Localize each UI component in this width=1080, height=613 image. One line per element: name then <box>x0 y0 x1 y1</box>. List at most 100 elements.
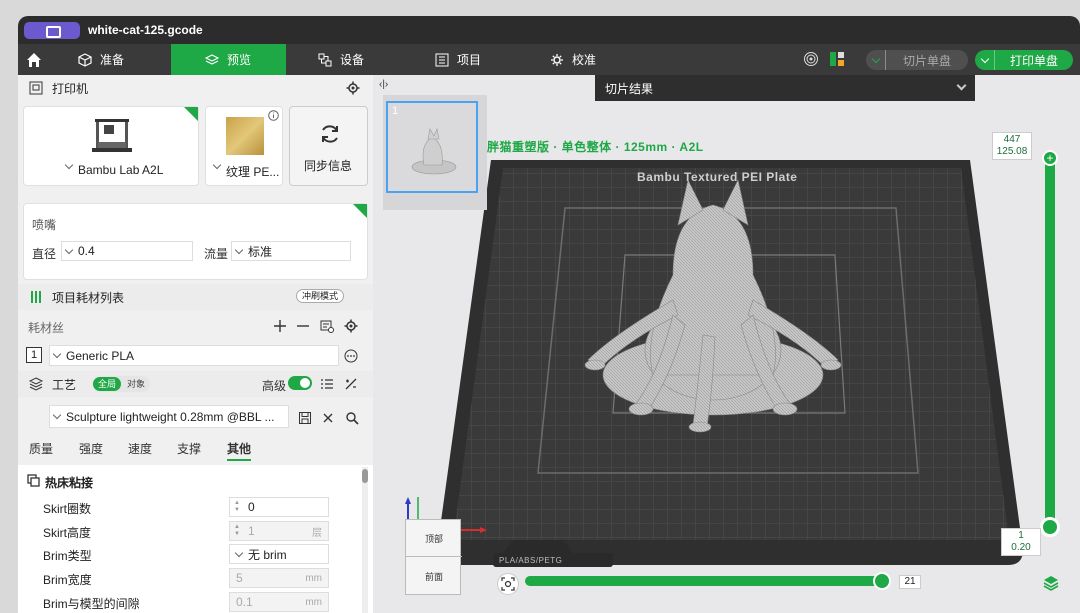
param-scrollbar[interactable] <box>362 467 368 613</box>
model-thumbnail-icon <box>411 127 457 175</box>
filament-slot-number[interactable]: 1 <box>26 347 42 363</box>
plate-thumbnail[interactable]: 1 <box>386 101 478 193</box>
print-plate-label: 打印单盘 <box>1009 53 1058 68</box>
tab-prepare[interactable]: 准备 <box>78 44 168 75</box>
tab-calibrate[interactable]: 校准 <box>550 44 630 75</box>
nozzle-flow-select[interactable]: 标准 <box>231 241 351 261</box>
toggle-knob <box>300 378 310 388</box>
search-icon[interactable] <box>345 411 359 425</box>
add-icon[interactable] <box>273 319 287 333</box>
tab-speed[interactable]: 速度 <box>128 440 152 457</box>
nozzle-flow-value: 标准 <box>248 244 273 259</box>
app-logo-icon[interactable] <box>24 22 80 39</box>
param-row-brim-gap: Brim与模型的间隙 0.1 mm <box>18 591 358 613</box>
param-value: 0 <box>248 500 255 514</box>
info-icon[interactable] <box>268 110 279 121</box>
target-icon[interactable] <box>803 51 819 67</box>
view-front-face[interactable]: 前面 <box>406 558 462 595</box>
brim-type-select[interactable]: 无 brim <box>229 544 329 564</box>
skirt-loops-input[interactable]: ▲ ▼ 0 <box>229 497 329 517</box>
chevron-down-icon <box>52 410 62 420</box>
move-slider-knob[interactable] <box>873 572 891 590</box>
tab-others[interactable]: 其他 <box>227 440 252 461</box>
layer-bottom-number: 1 <box>1018 530 1024 541</box>
param-name: Brim宽度 <box>43 573 92 587</box>
slice-result-panel[interactable]: 切片结果 <box>595 75 975 101</box>
tab-preview[interactable]: 预览 <box>171 44 286 75</box>
param-value: 5 <box>236 571 243 585</box>
flush-mode-badge[interactable]: 冲刷模式 <box>296 289 345 303</box>
list-view-icon[interactable] <box>320 377 334 391</box>
tab-device[interactable]: 设备 <box>318 44 398 75</box>
chevron-down-icon <box>234 548 244 557</box>
param-unit: mm <box>305 572 322 584</box>
close-icon[interactable] <box>321 411 335 425</box>
toggle-global[interactable]: 全局 <box>93 377 121 391</box>
slice-dropdown-icon[interactable] <box>866 50 886 70</box>
slice-result-label: 切片结果 <box>605 81 654 96</box>
toggle-object[interactable]: 对象 <box>123 377 149 391</box>
param-unit: 层 <box>312 527 322 539</box>
process-section-title: 工艺 <box>52 377 77 392</box>
camera-focus-icon <box>501 577 515 591</box>
slice-plate-button[interactable]: 切片单盘 <box>866 50 968 70</box>
chevron-down-icon <box>64 245 74 254</box>
global-object-toggle[interactable]: 全局 对象 <box>92 376 150 392</box>
filament-gear-icon[interactable] <box>344 319 358 333</box>
printer-image-icon <box>92 119 132 152</box>
plate-dropdown-icon <box>212 160 222 170</box>
nozzle-selected-marker <box>353 204 367 218</box>
brim-gap-input[interactable]: 0.1 mm <box>229 592 329 612</box>
grid-layout-icon[interactable] <box>829 51 845 67</box>
stepper-icon[interactable]: ▲ ▼ <box>230 498 244 516</box>
move-slider-track[interactable] <box>525 576 887 586</box>
stepper-icon[interactable]: ▲ ▼ <box>230 522 244 540</box>
tab-support[interactable]: 支撑 <box>177 440 201 457</box>
layer-slider-top-knob[interactable]: + <box>1042 150 1058 166</box>
camera-reset-button[interactable] <box>497 573 519 595</box>
skirt-height-input[interactable]: ▲ ▼ 1 层 <box>229 521 329 541</box>
tab-label: 项目 <box>457 53 482 67</box>
home-button[interactable] <box>18 44 50 75</box>
nozzle-diameter-select[interactable]: 0.4 <box>61 241 193 261</box>
cube-icon <box>78 52 92 67</box>
bed-adhesion-icon <box>27 474 40 487</box>
advanced-label: 高级 <box>262 379 287 393</box>
print-plate-button[interactable]: 打印单盘 <box>975 50 1073 70</box>
save-icon[interactable] <box>298 411 312 425</box>
advanced-toggle[interactable] <box>288 376 312 390</box>
scroll-thumb[interactable] <box>362 469 368 483</box>
chevron-down-icon[interactable] <box>956 80 967 91</box>
tab-quality[interactable]: 质量 <box>29 440 53 457</box>
slice-plate-label: 切片单盘 <box>902 53 951 68</box>
layer-slider-bottom-knob[interactable] <box>1040 517 1060 537</box>
compare-icon[interactable] <box>344 377 358 391</box>
layer-slider-track[interactable] <box>1045 159 1055 529</box>
plate-card[interactable]: 纹理 PE... <box>205 106 283 186</box>
printer-section-title: 打印机 <box>52 81 89 96</box>
tab-project[interactable]: 项目 <box>435 44 515 75</box>
view-top-face[interactable]: 顶部 <box>406 520 462 557</box>
layers-stack-icon[interactable] <box>1042 574 1060 592</box>
printer-selected-marker <box>184 107 198 121</box>
preview-viewport[interactable]: ‹|› Bambu Textured PEI Plate PLA/ABS/PET… <box>373 75 1080 613</box>
param-row-skirt-loops: Skirt圈数 ▲ ▼ 0 <box>18 496 358 519</box>
device-icon <box>318 53 332 66</box>
filament-select[interactable]: Generic PLA <box>49 345 339 366</box>
sync-info-button[interactable]: 同步信息 <box>289 106 368 186</box>
view-cube[interactable]: 顶部 前面 <box>405 519 462 595</box>
tab-strength[interactable]: 强度 <box>79 440 103 457</box>
left-sidebar: 打印机 Bambu Lab A2L 纹理 PE... 同步信息 喷嘴 直径 0. <box>18 75 373 613</box>
bed-label: Bambu Textured PEI Plate <box>637 170 798 184</box>
brim-width-input[interactable]: 5 mm <box>229 568 329 588</box>
printer-card[interactable]: Bambu Lab A2L <box>23 106 199 186</box>
process-profile-select[interactable]: Sculpture lightweight 0.28mm @BBL ... <box>49 405 289 428</box>
print-dropdown-icon[interactable] <box>975 50 995 70</box>
filament-sync-icon[interactable] <box>320 319 334 333</box>
remove-icon[interactable] <box>296 319 310 333</box>
gear-icon[interactable] <box>346 81 360 95</box>
more-options-icon[interactable] <box>344 349 358 363</box>
top-nav: 准备 预览 设备 项目 校准 切片单盘 打印单盘 <box>18 44 1080 75</box>
nozzle-diameter-label: 直径 <box>32 247 57 261</box>
textured-plate-image <box>226 117 264 155</box>
